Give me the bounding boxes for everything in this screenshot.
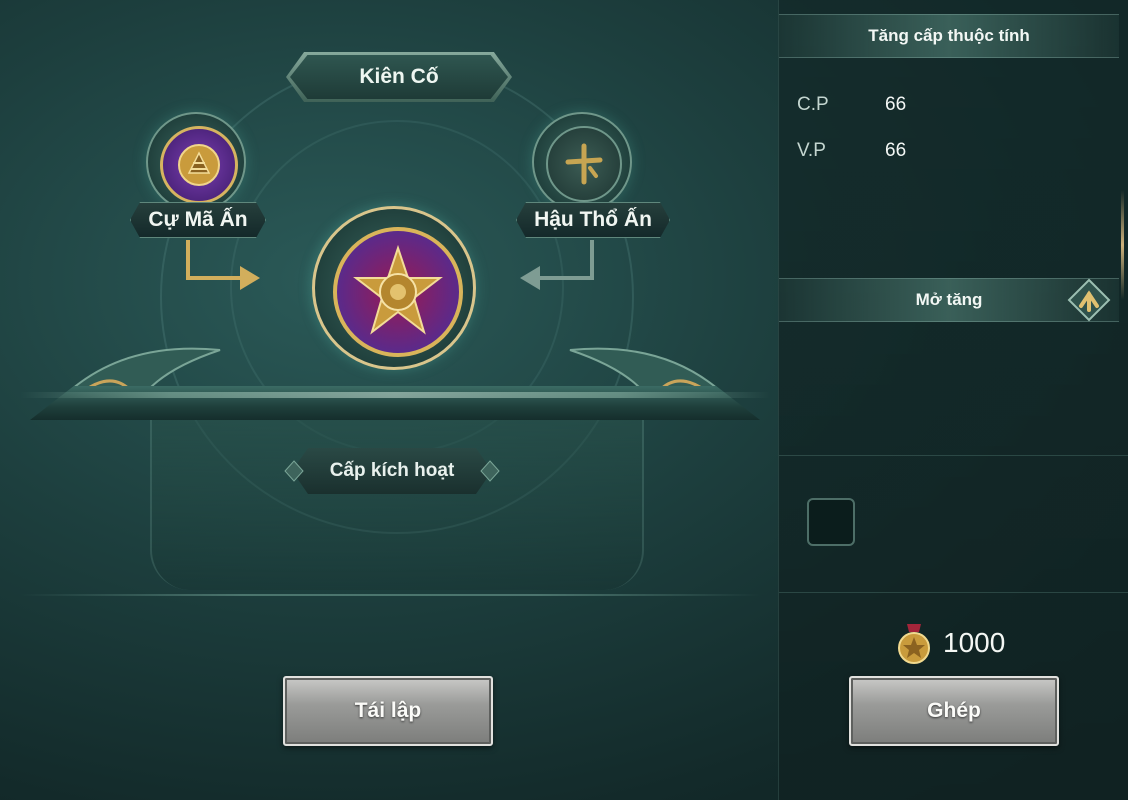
unlock-arrow-icon[interactable] — [1067, 278, 1111, 322]
platform-pillar — [150, 420, 644, 590]
info-panel: Tăng cấp thuộc tính C.P 66 V.P 66 Mở tăn… — [778, 0, 1128, 800]
platform-rim — [20, 392, 770, 398]
hau-tho-seal-icon — [546, 126, 622, 202]
panel-divider — [779, 592, 1128, 593]
combine-stage: Kiên Cố Cự Mã Ấn Hậu Thổ Ấn Cấp kích hoạ… — [0, 0, 778, 800]
result-seal-slot[interactable] — [312, 206, 476, 370]
currency-amount: 1000 — [943, 627, 1006, 658]
panel-edge-ornament — [1121, 190, 1124, 300]
gold-medal-icon — [898, 624, 930, 664]
diamond-right-icon — [480, 460, 500, 482]
panel-divider — [779, 455, 1128, 456]
stat-row-vp: V.P 66 — [797, 140, 906, 162]
left-seal-name: Cự Mã Ấn — [130, 202, 266, 238]
stat-value: 66 — [885, 140, 907, 161]
material-slot[interactable] — [807, 498, 855, 546]
stat-label: V.P — [797, 140, 826, 161]
stat-value: 66 — [885, 94, 907, 115]
right-seal-slot[interactable] — [532, 112, 632, 212]
reset-button[interactable]: Tái lập — [283, 676, 493, 746]
stat-row-cp: C.P 66 — [797, 94, 906, 116]
kien-co-seal-icon — [333, 227, 463, 357]
left-seal-slot[interactable] — [146, 112, 246, 212]
right-seal-name: Hậu Thổ Ấn — [516, 202, 670, 238]
currency-display: 1000 — [897, 622, 1005, 664]
combine-button[interactable]: Ghép — [849, 676, 1059, 746]
left-arrow-icon — [186, 240, 260, 290]
right-arrow-icon — [520, 240, 594, 290]
diamond-left-icon — [284, 460, 304, 482]
stat-label: C.P — [797, 94, 829, 115]
activation-level-label: Cấp kích hoạt — [292, 448, 492, 494]
attributes-header: Tăng cấp thuộc tính — [779, 14, 1119, 58]
seal-title: Kiên Cố — [290, 55, 508, 99]
floor-divider — [20, 594, 760, 596]
cu-ma-seal-icon — [160, 126, 238, 204]
